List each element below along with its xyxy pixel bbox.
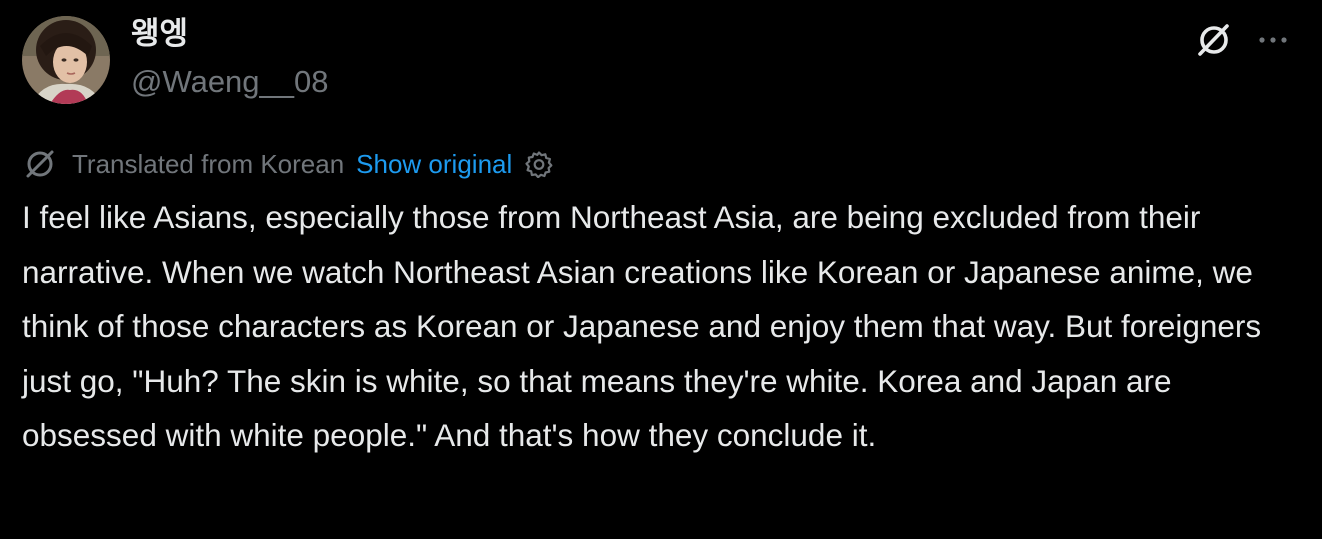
- more-horizontal-icon: [1259, 37, 1287, 43]
- grok-slash-icon: [22, 146, 58, 182]
- avatar[interactable]: [22, 16, 110, 104]
- translated-from-label: Translated from Korean: [72, 148, 345, 179]
- show-original-link[interactable]: Show original: [356, 149, 512, 180]
- gear-icon[interactable]: [524, 149, 554, 179]
- grok-button[interactable]: [1192, 18, 1236, 62]
- grok-slash-icon: [1198, 24, 1229, 56]
- more-button[interactable]: [1250, 18, 1296, 62]
- profile-photo: [22, 16, 110, 104]
- tweet-text: I feel like Asians, especially those fro…: [22, 199, 1262, 453]
- translation-bar: Translated from Korean Show original: [22, 145, 554, 183]
- display-name[interactable]: 왱엥: [131, 14, 188, 54]
- user-handle[interactable]: @Waeng__08: [131, 62, 329, 102]
